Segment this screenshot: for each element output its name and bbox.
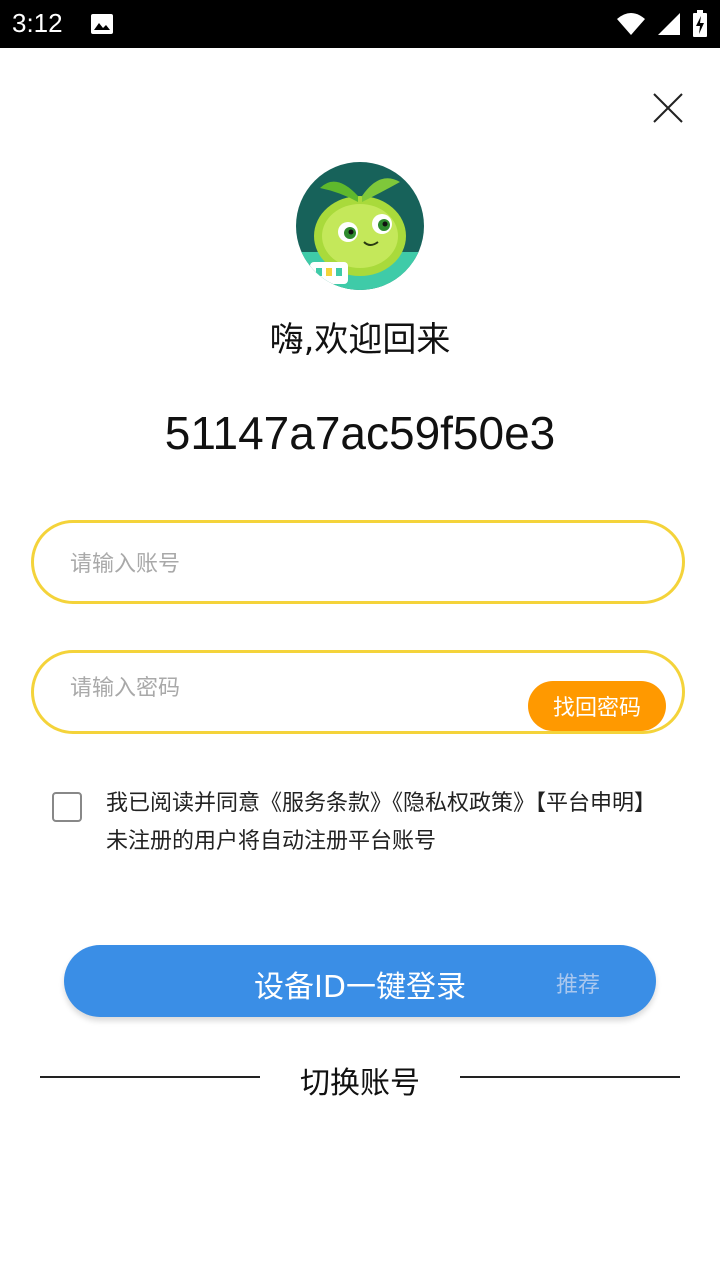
divider-left [40,1076,260,1078]
avatar-mascot [296,162,424,290]
signal-icon [656,11,682,41]
avatar [296,162,424,290]
status-icons [616,10,708,42]
divider-right [460,1076,680,1078]
status-bar: 3:12 [0,0,720,48]
recommend-badge: 推荐 [556,973,601,998]
close-icon[interactable] [648,88,688,128]
find-password-button[interactable]: 找回密码 [528,681,666,731]
wifi-icon [616,11,646,41]
agreement-checkbox[interactable] [52,792,82,822]
welcome-title: 嗨,欢迎回来 [269,320,451,360]
account-input[interactable] [68,541,522,587]
device-id: 51147a7ac59f50e3 [164,407,556,459]
password-field[interactable]: 找回密码 [31,650,685,734]
switch-account-button[interactable]: 切换账号 [260,1058,460,1102]
device-login-button[interactable]: 设备ID一键登录 推荐 [64,945,656,1017]
account-field[interactable] [31,520,685,604]
password-input[interactable] [68,665,522,711]
battery-icon [692,10,708,42]
agreement-text: 我已阅读并同意《服务条款》《隐私权政策》【平台申明】未注册的用户将自动注册平台账… [106,791,646,854]
image-icon [90,12,114,40]
status-time: 3:12 [12,8,63,38]
